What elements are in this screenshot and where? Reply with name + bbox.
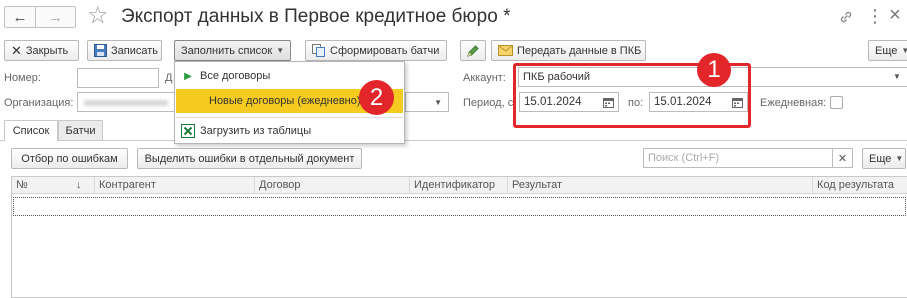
filter-by-errors-button[interactable]: Отбор по ошибкам [11, 148, 128, 169]
save-button[interactable]: Записать [87, 40, 162, 61]
column-counterparty-label: Контрагент [99, 179, 156, 191]
chevron-down-icon: ▼ [895, 154, 904, 163]
more-button-label: Еще [875, 44, 898, 57]
split-errors-label: Выделить ошибки в отдельный документ [144, 152, 355, 165]
fill-list-button[interactable]: Заполнить список ▼ [174, 40, 291, 61]
chevron-down-icon: ▼ [901, 46, 907, 55]
excel-icon [176, 124, 200, 138]
column-result-label: Результат [512, 179, 563, 191]
menu-divider [176, 117, 403, 118]
tab-list[interactable]: Список [4, 120, 58, 141]
arrow-left-icon: ← [12, 8, 28, 26]
arrow-right-icon: → [48, 8, 63, 26]
chevron-down-icon: ▼ [434, 97, 442, 107]
forward-button[interactable]: → [36, 6, 76, 28]
play-icon: ▶ [184, 70, 192, 82]
menu-item-all-contracts-label: Все договоры [200, 70, 271, 82]
data-table[interactable]: № ↓ Контрагент Договор Идентификатор Рез… [11, 176, 907, 298]
transfer-data-button[interactable]: Передать данные в ПКБ [491, 40, 646, 61]
more-menu-icon[interactable]: ⋮ [866, 4, 884, 28]
callout-1-text: 1 [707, 56, 721, 83]
column-number-label: № [16, 179, 28, 191]
form-batches-button-label: Сформировать батчи [330, 44, 440, 57]
close-icon[interactable]: × [886, 2, 904, 28]
tab-batches-label: Батчи [65, 124, 96, 137]
batches-icon [312, 44, 326, 57]
callout-2-text: 2 [369, 83, 384, 111]
search-placeholder: Поиск (Ctrl+F) [648, 152, 720, 164]
clear-x-icon: ✕ [837, 152, 848, 165]
favorite-star-icon[interactable]: ☆ [87, 2, 109, 30]
envelope-icon [498, 45, 513, 56]
organization-redaction [84, 100, 168, 106]
close-x-icon: ✕ [11, 42, 22, 58]
callout-badge-2: 2 [359, 80, 394, 115]
tab-panel-border [0, 140, 907, 141]
more-button[interactable]: Еще ▼ [868, 40, 907, 61]
menu-item-load-from-table[interactable]: Загрузить из таблицы [176, 120, 403, 142]
number-field[interactable] [77, 68, 159, 88]
close-button-label: Закрыть [25, 44, 69, 57]
search-input[interactable]: Поиск (Ctrl+F) [643, 148, 833, 168]
tab-list-label: Список [12, 125, 50, 137]
organization-label: Организация: [4, 97, 74, 109]
column-number[interactable]: № ↓ [12, 177, 94, 194]
search-clear-button[interactable]: ✕ [833, 148, 853, 168]
sort-arrow-icon: ↓ [76, 179, 82, 191]
column-identifier[interactable]: Идентификатор [409, 177, 507, 194]
callout-badge-1: 1 [697, 53, 731, 87]
link-icon[interactable] [836, 6, 856, 28]
tab-batches[interactable]: Батчи [58, 120, 103, 141]
back-button[interactable]: ← [4, 6, 36, 28]
column-identifier-label: Идентификатор [414, 179, 495, 191]
fill-list-button-label: Заполнить список [181, 44, 273, 57]
daily-label: Ежедневная: [760, 97, 827, 109]
floppy-disk-icon [94, 44, 107, 57]
filter-by-errors-label: Отбор по ошибкам [21, 152, 118, 165]
daily-checkbox[interactable] [830, 96, 843, 109]
list-more-label: Еще [869, 152, 892, 165]
menu-item-load-from-table-label: Загрузить из таблицы [200, 125, 312, 137]
menu-item-new-contracts-label: Новые договоры (ежедневно) [209, 95, 361, 107]
column-result-code-label: Код результата [817, 179, 895, 191]
column-contract-label: Договор [259, 179, 301, 191]
column-result[interactable]: Результат [507, 177, 812, 194]
pen-icon [466, 44, 480, 58]
column-contract[interactable]: Договор [254, 177, 409, 194]
number-label: Номер: [4, 72, 41, 84]
chevron-down-icon: ▼ [276, 46, 285, 55]
account-label: Аккаунт: [463, 72, 506, 84]
list-more-button[interactable]: Еще ▼ [862, 148, 906, 169]
save-button-label: Записать [111, 44, 159, 57]
window-title: Экспорт данных в Первое кредитное бюро * [121, 6, 511, 27]
form-batches-button[interactable]: Сформировать батчи [305, 40, 447, 61]
date-label: Д [165, 72, 173, 84]
split-errors-button[interactable]: Выделить ошибки в отдельный документ [137, 148, 362, 169]
column-result-code[interactable]: Код результата [812, 177, 907, 194]
period-label: Период, с: [463, 97, 517, 109]
table-row-empty-selected[interactable] [13, 197, 906, 216]
organization-field[interactable] [77, 92, 175, 112]
column-counterparty[interactable]: Контрагент [94, 177, 254, 194]
close-button[interactable]: ✕ Закрыть [4, 40, 79, 61]
account-dropdown-icon[interactable]: ▼ [893, 72, 901, 81]
transfer-data-button-label: Передать данные в ПКБ [517, 44, 642, 57]
table-header: № ↓ Контрагент Договор Идентификатор Рез… [12, 177, 907, 194]
organization-select-button[interactable]: ▼ [405, 92, 449, 112]
edit-pen-button[interactable] [460, 40, 486, 61]
